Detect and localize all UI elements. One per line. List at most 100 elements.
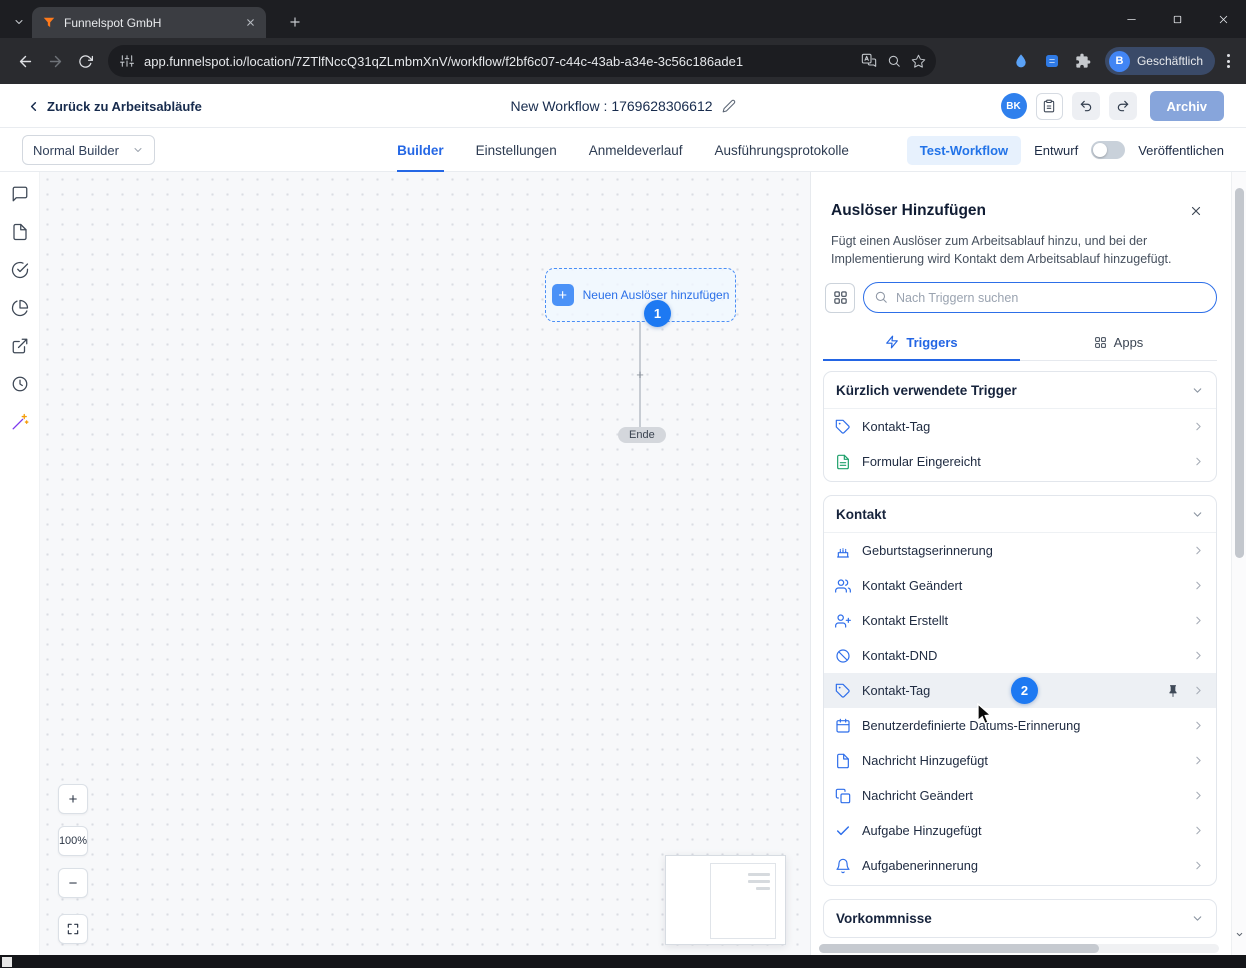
zoom-out-button[interactable]: − bbox=[58, 868, 88, 898]
window-controls bbox=[1108, 0, 1246, 38]
trigger-item-formular-eingereicht[interactable]: Formular Eingereicht bbox=[824, 444, 1216, 479]
trigger-item-kontakt-dnd[interactable]: Kontakt-DND bbox=[824, 638, 1216, 673]
scrollbar-thumb[interactable] bbox=[819, 944, 1099, 953]
redo-button[interactable] bbox=[1108, 92, 1137, 120]
vertical-scrollbar[interactable] bbox=[1231, 172, 1246, 955]
extensions-puzzle-icon[interactable] bbox=[1075, 53, 1091, 69]
trigger-item-aufgabe-hinzugefuegt[interactable]: Aufgabe Hinzugefügt bbox=[824, 813, 1216, 848]
horizontal-scrollbar[interactable] bbox=[819, 944, 1219, 953]
browser-forward-icon[interactable] bbox=[40, 46, 70, 76]
connector-add-icon[interactable]: + bbox=[632, 366, 648, 382]
section-header[interactable]: Kürzlich verwendete Trigger bbox=[824, 372, 1216, 410]
undo-button[interactable] bbox=[1071, 92, 1100, 120]
zoom-search-icon[interactable] bbox=[887, 54, 901, 68]
trigger-item-label: Kontakt Erstellt bbox=[862, 613, 949, 629]
new-tab-button[interactable] bbox=[282, 9, 308, 35]
section-vorkommnisse: Vorkommnisse bbox=[823, 899, 1217, 939]
search-icon bbox=[874, 290, 888, 304]
stats-pie-icon[interactable] bbox=[10, 298, 30, 318]
section-title: Vorkommnisse bbox=[836, 911, 932, 927]
tab-search-button[interactable] bbox=[8, 12, 30, 31]
fullscreen-button[interactable] bbox=[58, 914, 88, 944]
scrollbar-thumb[interactable] bbox=[1235, 188, 1244, 558]
tab-anmeldeverlauf[interactable]: Anmeldeverlauf bbox=[589, 128, 683, 172]
browser-tab[interactable]: Funnelspot GmbH bbox=[32, 7, 266, 38]
address-bar[interactable]: app.funnelspot.io/location/7ZTlfNccQ31qZ… bbox=[108, 45, 936, 77]
notes-button[interactable] bbox=[1035, 92, 1063, 120]
main-area: + Neuen Auslöser hinzufügen 1 + Ende + 1… bbox=[0, 172, 1246, 955]
ai-wand-icon[interactable] bbox=[10, 412, 30, 432]
trigger-item-label: Nachricht Geändert bbox=[862, 788, 973, 804]
trigger-item-kontakt-erstellt[interactable]: Kontakt Erstellt bbox=[824, 603, 1216, 638]
tab-apps[interactable]: Apps bbox=[1020, 325, 1217, 361]
trigger-item-kontakt-tag-highlighted[interactable]: Kontakt-Tag 2 bbox=[824, 673, 1216, 709]
tag-icon bbox=[835, 683, 851, 699]
chevron-down-icon bbox=[1191, 384, 1204, 397]
bookmark-star-icon[interactable] bbox=[911, 54, 926, 69]
category-grid-button[interactable] bbox=[825, 282, 855, 313]
tab-builder[interactable]: Builder bbox=[397, 128, 444, 172]
browser-reload-icon[interactable] bbox=[70, 46, 100, 76]
pin-icon[interactable] bbox=[1166, 684, 1180, 698]
trigger-item-label: Kontakt-DND bbox=[862, 648, 938, 664]
site-settings-icon[interactable] bbox=[120, 54, 134, 68]
zoom-in-button[interactable]: + bbox=[58, 784, 88, 814]
browser-profile-chip[interactable]: B Geschäftlich bbox=[1104, 47, 1215, 75]
url-text[interactable]: app.funnelspot.io/location/7ZTlfNccQ31qZ… bbox=[144, 54, 851, 69]
check-circle-icon[interactable] bbox=[10, 260, 30, 280]
window-maximize-icon[interactable] bbox=[1154, 0, 1200, 38]
tab-close-icon[interactable] bbox=[242, 15, 258, 31]
add-trigger-node[interactable]: + Neuen Auslöser hinzufügen bbox=[545, 268, 736, 322]
panel-title: Auslöser Hinzufügen bbox=[831, 202, 987, 219]
extension-doc-icon[interactable] bbox=[1044, 53, 1060, 69]
external-link-icon[interactable] bbox=[10, 336, 30, 356]
search-row bbox=[825, 282, 1217, 314]
archive-button[interactable]: Archiv bbox=[1149, 91, 1224, 121]
trigger-item-nachricht-hinzugefuegt[interactable]: Nachricht Hinzugefügt bbox=[824, 743, 1216, 778]
chat-icon[interactable] bbox=[10, 184, 30, 204]
trigger-item-datums-erinnerung[interactable]: Benutzerdefinierte Datums-Erinnerung bbox=[824, 708, 1216, 743]
trigger-item-geburtstagserinnerung[interactable]: Geburtstagserinnerung bbox=[824, 533, 1216, 568]
panel-close-icon[interactable] bbox=[1189, 204, 1203, 218]
trigger-item-label: Kontakt Geändert bbox=[862, 578, 963, 594]
section-kontakt: Kontakt Geburtstagserinnerung Kontakt Ge… bbox=[823, 495, 1217, 887]
section-header[interactable]: Kontakt bbox=[824, 496, 1216, 534]
extensions-area bbox=[1013, 53, 1091, 69]
section-title: Kürzlich verwendete Trigger bbox=[836, 382, 1017, 398]
profile-name: Geschäftlich bbox=[1136, 54, 1203, 68]
history-icon[interactable] bbox=[10, 374, 30, 394]
user-avatar[interactable]: BK bbox=[1000, 93, 1027, 119]
chevron-right-icon bbox=[1192, 824, 1205, 837]
tab-triggers[interactable]: Triggers bbox=[823, 325, 1020, 362]
edit-title-icon[interactable] bbox=[722, 99, 736, 113]
test-workflow-button[interactable]: Test-Workflow bbox=[906, 135, 1022, 165]
chevron-right-icon bbox=[1192, 579, 1205, 592]
contact-created-icon bbox=[835, 613, 851, 629]
publish-toggle[interactable] bbox=[1091, 141, 1126, 159]
chevron-right-icon bbox=[1192, 684, 1205, 697]
browser-back-icon[interactable] bbox=[10, 46, 40, 76]
zoom-level: 100% bbox=[58, 826, 88, 856]
trigger-search-input[interactable] bbox=[863, 282, 1217, 314]
extension-drop-icon[interactable] bbox=[1013, 53, 1029, 69]
translate-icon[interactable] bbox=[861, 53, 877, 69]
message-added-icon bbox=[835, 753, 851, 769]
workflow-canvas[interactable]: + Neuen Auslöser hinzufügen 1 + Ende + 1… bbox=[40, 172, 810, 955]
canvas-minimap[interactable] bbox=[665, 855, 786, 945]
trigger-item-aufgabenerinnerung[interactable]: Aufgabenerinnerung bbox=[824, 848, 1216, 883]
sub-header: Normal Builder Builder Einstellungen Anm… bbox=[0, 128, 1246, 172]
browser-toolbar: app.funnelspot.io/location/7ZTlfNccQ31qZ… bbox=[0, 38, 1246, 84]
trigger-item-kontakt-tag[interactable]: Kontakt-Tag bbox=[824, 409, 1216, 444]
trigger-item-nachricht-geaendert[interactable]: Nachricht Geändert bbox=[824, 778, 1216, 813]
section-header[interactable]: Vorkommnisse bbox=[824, 900, 1216, 937]
section-title: Kontakt bbox=[836, 506, 887, 522]
trigger-item-kontakt-geaendert[interactable]: Kontakt Geändert bbox=[824, 568, 1216, 603]
browser-menu-icon[interactable] bbox=[1227, 54, 1230, 68]
tab-title: Funnelspot GmbH bbox=[64, 15, 162, 30]
window-minimize-icon[interactable] bbox=[1108, 0, 1154, 38]
file-icon[interactable] bbox=[10, 222, 30, 242]
tab-einstellungen[interactable]: Einstellungen bbox=[476, 128, 557, 172]
plus-icon: + bbox=[551, 284, 574, 306]
window-close-icon[interactable] bbox=[1200, 0, 1246, 38]
tab-ausfuehrungsprotokolle[interactable]: Ausführungsprotokolle bbox=[715, 128, 849, 172]
